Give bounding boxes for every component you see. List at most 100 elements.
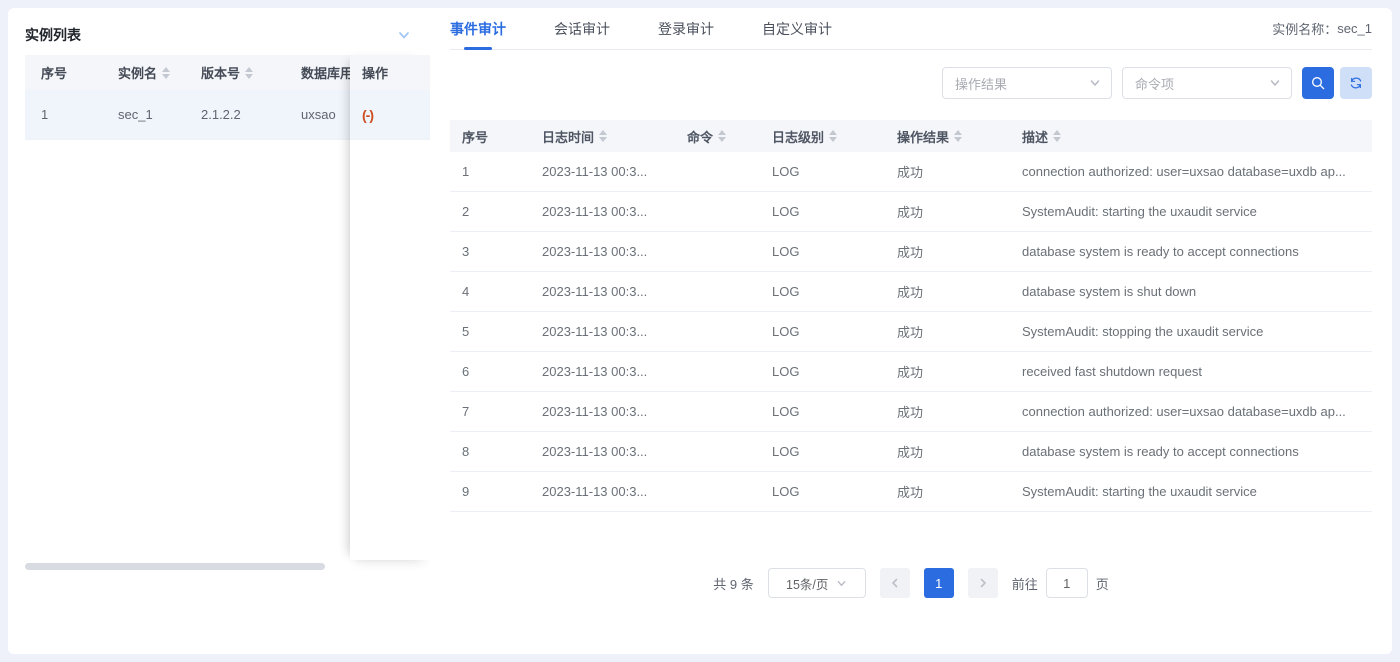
instance-list-panel: 实例列表 序号 实例名 版本号 — [8, 8, 430, 654]
fixed-action-column: 操作 (-) — [350, 55, 430, 560]
cell-description: SystemAudit: starting the uxaudit servic… — [1010, 204, 1372, 219]
tab-login-audit[interactable]: 登录审计 — [658, 8, 714, 49]
event-log-row[interactable]: 6 2023-11-13 00:3... LOG 成功 received fas… — [450, 352, 1372, 392]
cell-op-result: 成功 — [885, 202, 1010, 221]
audit-panel: 事件审计 会话审计 登录审计 自定义审计 实例名称： sec_1 操作结果 命令… — [430, 8, 1392, 654]
search-button[interactable] — [1302, 67, 1334, 99]
instance-index-cell: 1 — [25, 107, 102, 122]
goto-suffix: 页 — [1096, 574, 1109, 593]
search-icon — [1310, 75, 1326, 91]
sort-icon[interactable] — [954, 130, 962, 142]
instance-name-label: 实例名称： — [1272, 19, 1337, 38]
cell-log-level: LOG — [760, 324, 885, 339]
goto-page-input[interactable] — [1046, 568, 1088, 598]
cell-log-level: LOG — [760, 244, 885, 259]
chevron-down-icon — [1089, 77, 1101, 89]
sort-icon[interactable] — [162, 67, 170, 79]
pagination: 共 9 条 15条/页 1 前往 页 — [450, 568, 1372, 598]
cell-op-result: 成功 — [885, 322, 1010, 341]
cell-log-level: LOG — [760, 164, 885, 179]
cell-log-time: 2023-11-13 00:3... — [530, 164, 675, 179]
sort-icon[interactable] — [599, 130, 607, 142]
col-header-instance-name[interactable]: 实例名 — [102, 63, 185, 82]
chevron-down-icon — [836, 578, 847, 589]
col-header-log-level[interactable]: 日志级别 — [760, 127, 885, 146]
cell-log-level: LOG — [760, 444, 885, 459]
cell-description: database system is ready to accept conne… — [1010, 244, 1372, 259]
cell-op-result: 成功 — [885, 162, 1010, 181]
cell-log-level: LOG — [760, 284, 885, 299]
cell-no: 8 — [450, 444, 530, 459]
instance-action-cell: (-) — [350, 90, 430, 140]
cell-no: 7 — [450, 404, 530, 419]
goto-page-group: 前往 页 — [1012, 568, 1109, 598]
sort-icon[interactable] — [829, 130, 837, 142]
result-filter-placeholder: 操作结果 — [955, 74, 1007, 93]
cell-description: connection authorized: user=uxsao databa… — [1010, 164, 1372, 179]
event-log-row[interactable]: 5 2023-11-13 00:3... LOG 成功 SystemAudit:… — [450, 312, 1372, 352]
cell-description: SystemAudit: starting the uxaudit servic… — [1010, 484, 1372, 499]
cell-no: 9 — [450, 484, 530, 499]
cell-description: connection authorized: user=uxsao databa… — [1010, 404, 1372, 419]
col-header-log-time[interactable]: 日志时间 — [530, 127, 675, 146]
cell-op-result: 成功 — [885, 402, 1010, 421]
cell-no: 2 — [450, 204, 530, 219]
chevron-right-icon — [977, 577, 989, 589]
event-log-row[interactable]: 2 2023-11-13 00:3... LOG 成功 SystemAudit:… — [450, 192, 1372, 232]
cell-op-result: 成功 — [885, 362, 1010, 381]
cell-log-time: 2023-11-13 00:3... — [530, 324, 675, 339]
cell-log-level: LOG — [760, 204, 885, 219]
page-size-select[interactable]: 15条/页 — [768, 568, 866, 598]
event-log-row[interactable]: 4 2023-11-13 00:3... LOG 成功 database sys… — [450, 272, 1372, 312]
cell-log-time: 2023-11-13 00:3... — [530, 444, 675, 459]
instance-name-cell: sec_1 — [102, 107, 185, 122]
col-header-index[interactable]: 序号 — [25, 63, 102, 82]
cell-log-time: 2023-11-13 00:3... — [530, 484, 675, 499]
tab-session-audit[interactable]: 会话审计 — [554, 8, 610, 49]
cell-log-time: 2023-11-13 00:3... — [530, 204, 675, 219]
col-header-op-result[interactable]: 操作结果 — [885, 127, 1010, 146]
page-number-button[interactable]: 1 — [924, 568, 954, 598]
col-header-no[interactable]: 序号 — [450, 127, 530, 146]
link-icon[interactable]: (-) — [362, 107, 373, 123]
instance-name-display: 实例名称： sec_1 — [1272, 8, 1372, 49]
col-header-description[interactable]: 描述 — [1010, 127, 1372, 146]
cell-op-result: 成功 — [885, 282, 1010, 301]
collapse-panel-button[interactable] — [395, 26, 413, 44]
col-header-version[interactable]: 版本号 — [185, 63, 285, 82]
event-log-header: 序号 日志时间 命令 日志级别 操作结果 — [450, 120, 1372, 152]
cell-log-time: 2023-11-13 00:3... — [530, 244, 675, 259]
workspace: 实例列表 序号 实例名 版本号 — [0, 0, 1400, 662]
event-log-row[interactable]: 7 2023-11-13 00:3... LOG 成功 connection a… — [450, 392, 1372, 432]
tab-custom-audit[interactable]: 自定义审计 — [762, 8, 832, 49]
event-log-row[interactable]: 9 2023-11-13 00:3... LOG 成功 SystemAudit:… — [450, 472, 1372, 512]
cell-description: database system is shut down — [1010, 284, 1372, 299]
cell-op-result: 成功 — [885, 242, 1010, 261]
sort-icon[interactable] — [245, 67, 253, 79]
event-log-row[interactable]: 1 2023-11-13 00:3... LOG 成功 connection a… — [450, 152, 1372, 192]
cell-log-time: 2023-11-13 00:3... — [530, 404, 675, 419]
cell-no: 5 — [450, 324, 530, 339]
prev-page-button[interactable] — [880, 568, 910, 598]
cell-no: 1 — [450, 164, 530, 179]
event-log-row[interactable]: 3 2023-11-13 00:3... LOG 成功 database sys… — [450, 232, 1372, 272]
horizontal-scrollbar[interactable] — [25, 563, 325, 570]
tab-event-audit[interactable]: 事件审计 — [450, 8, 506, 49]
cell-no: 3 — [450, 244, 530, 259]
sort-icon[interactable] — [718, 130, 726, 142]
sort-icon[interactable] — [1053, 130, 1061, 142]
result-filter-select[interactable]: 操作结果 — [942, 67, 1112, 99]
refresh-button[interactable] — [1340, 67, 1372, 99]
cell-log-level: LOG — [760, 404, 885, 419]
command-filter-select[interactable]: 命令项 — [1122, 67, 1292, 99]
cell-log-level: LOG — [760, 364, 885, 379]
cell-description: received fast shutdown request — [1010, 364, 1372, 379]
cell-description: SystemAudit: stopping the uxaudit servic… — [1010, 324, 1372, 339]
refresh-icon — [1348, 75, 1364, 91]
goto-label: 前往 — [1012, 574, 1038, 593]
instance-name-value: sec_1 — [1337, 21, 1372, 36]
event-log-row[interactable]: 8 2023-11-13 00:3... LOG 成功 database sys… — [450, 432, 1372, 472]
col-header-command[interactable]: 命令 — [675, 127, 760, 146]
cell-log-level: LOG — [760, 484, 885, 499]
next-page-button[interactable] — [968, 568, 998, 598]
